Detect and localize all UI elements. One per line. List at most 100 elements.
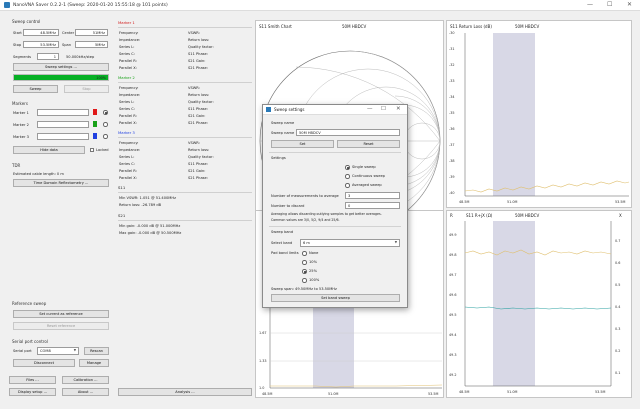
num-discard-input[interactable]: 0 bbox=[345, 202, 400, 209]
dialog-minimize-button[interactable]: — bbox=[367, 106, 373, 112]
rx-left-tick: 49.6 bbox=[449, 293, 457, 297]
rx-left-tick: 49.2 bbox=[449, 373, 457, 377]
m2-parallel-r: Parallel R: bbox=[119, 114, 137, 118]
divider bbox=[269, 152, 401, 153]
marker1-color[interactable] bbox=[93, 109, 97, 115]
m2-s11-phase: S11 Phase: bbox=[188, 107, 208, 111]
display-setup-button[interactable]: Display setup ... bbox=[9, 388, 56, 396]
pad-none-label: None bbox=[309, 251, 319, 255]
rx-left-tick: 49.4 bbox=[449, 333, 457, 337]
continuous-sweep-radio[interactable] bbox=[345, 174, 350, 179]
sweep-band-section: Sweep band bbox=[271, 230, 294, 234]
m1-parallel-r: Parallel R: bbox=[119, 59, 137, 63]
m1-vswr: VSWR: bbox=[188, 31, 200, 35]
window-title: NanoVNA Saver 0.2.2-1 (Sweep: 2020-01-20… bbox=[13, 2, 168, 8]
manage-button[interactable]: Manage bbox=[79, 359, 109, 367]
divider bbox=[118, 192, 252, 193]
sweep-name-reset-button[interactable]: Reset bbox=[337, 140, 400, 148]
divider bbox=[269, 226, 401, 227]
rl-tick: -32 bbox=[449, 63, 455, 67]
sweep-button[interactable]: Sweep bbox=[13, 85, 58, 93]
dialog-maximize-button[interactable]: ☐ bbox=[381, 106, 386, 112]
calibration-button[interactable]: Calibration ... bbox=[62, 376, 109, 384]
chevron-down-icon: ▼ bbox=[394, 240, 397, 244]
rl-tick: -30 bbox=[449, 31, 455, 35]
m2-series-c: Series C: bbox=[119, 107, 135, 111]
m1-quality-factor: Quality factor: bbox=[188, 45, 214, 49]
marker3-color[interactable] bbox=[93, 133, 97, 139]
locked-checkbox[interactable] bbox=[90, 148, 94, 152]
stop-button[interactable]: Stop bbox=[64, 85, 109, 93]
marker3-input[interactable] bbox=[37, 133, 89, 140]
serial-title: Serial port control bbox=[12, 339, 48, 344]
marker3-label: Marker 3 bbox=[13, 135, 29, 139]
m1-return-loss: Return loss: bbox=[188, 38, 210, 42]
m3-return-loss: Return loss: bbox=[188, 148, 210, 152]
single-sweep-label: Single sweep bbox=[352, 165, 376, 169]
rx-right-tick: 0.6 bbox=[615, 261, 621, 265]
disconnect-button[interactable]: Disconnect bbox=[13, 359, 75, 367]
m2-s21-gain: S21 Gain: bbox=[188, 114, 206, 118]
rl-tick: -38 bbox=[449, 159, 455, 163]
sweep-name-input[interactable]: 50M HBDCV bbox=[296, 129, 400, 136]
tdr-button[interactable]: Time Domain Reflectometry ... bbox=[13, 179, 109, 187]
rl-tick: -33 bbox=[449, 79, 455, 83]
m3-parallel-r: Parallel R: bbox=[119, 169, 137, 173]
marker3-radio[interactable] bbox=[103, 134, 108, 139]
marker2-radio[interactable] bbox=[103, 122, 108, 127]
num-average-input[interactable]: 3 bbox=[345, 192, 400, 199]
pad-none-radio[interactable] bbox=[302, 251, 307, 256]
marker2-input[interactable] bbox=[37, 121, 89, 128]
rescan-button[interactable]: Rescan bbox=[84, 347, 109, 355]
analysis-button[interactable]: Analysis ... bbox=[118, 388, 252, 396]
pad-10-radio[interactable] bbox=[302, 260, 307, 265]
vswr-x-tick: 48.5M bbox=[262, 392, 273, 396]
rx-right-tick: 0.7 bbox=[615, 239, 621, 243]
left-panel: Sweep control Start 48.5MHz Center 51MHz… bbox=[0, 12, 114, 409]
pad-100-radio[interactable] bbox=[302, 278, 307, 283]
rl-tick: -31 bbox=[449, 47, 455, 51]
return-loss-chart-panel[interactable]: S11 Return Loss (dB) 50M HBDCV -30 -31 -… bbox=[446, 20, 632, 208]
marker2-color[interactable] bbox=[93, 121, 97, 127]
close-button[interactable]: ✕ bbox=[627, 2, 632, 8]
sweep-name-set-button[interactable]: Set bbox=[271, 140, 334, 148]
divider bbox=[118, 27, 252, 28]
segments-input[interactable]: 1 bbox=[37, 53, 59, 60]
dialog-close-button[interactable]: ✕ bbox=[396, 106, 401, 112]
reset-reference-button[interactable]: Reset reference bbox=[13, 322, 109, 330]
marker1-input[interactable] bbox=[37, 109, 89, 116]
rx-chart-panel[interactable]: R S11 R+jX (Ω) 50M HBDCV X 49.9 49.8 49.… bbox=[446, 210, 632, 398]
select-band-dropdown[interactable]: 6 m ▼ bbox=[300, 239, 400, 247]
divider bbox=[118, 220, 252, 221]
hide-data-button[interactable]: Hide data bbox=[13, 146, 85, 154]
m3-s21-phase: S21 Phase: bbox=[188, 176, 208, 180]
dialog-titlebar: Sweep settings — ☐ ✕ bbox=[263, 105, 407, 115]
averaging-note-2: Common values are 3/0, 5/2, 9/4 and 25/6… bbox=[271, 218, 340, 222]
span-input[interactable]: 5MHz bbox=[75, 41, 108, 48]
rl-x-tick: 53.5M bbox=[615, 200, 626, 204]
vswr-tick: 1.0 bbox=[259, 386, 265, 390]
rl-tick: -36 bbox=[449, 127, 455, 131]
window-titlebar: NanoVNA Saver 0.2.2-1 (Sweep: 2020-01-20… bbox=[0, 0, 640, 11]
set-band-sweep-button[interactable]: Set band sweep bbox=[271, 294, 400, 302]
sweep-settings-button[interactable]: Sweep settings ... bbox=[13, 63, 109, 71]
start-input[interactable]: 48.5MHz bbox=[23, 29, 59, 36]
center-input[interactable]: 51MHz bbox=[75, 29, 108, 36]
about-button[interactable]: About ... bbox=[62, 388, 109, 396]
marker1-radio[interactable] bbox=[103, 110, 108, 115]
select-band-value: 6 m bbox=[303, 241, 310, 245]
dialog-title: Sweep settings bbox=[274, 107, 305, 112]
s11-return-loss: Return loss: -26.789 dB bbox=[119, 203, 162, 207]
stop-input[interactable]: 53.5MHz bbox=[23, 41, 59, 48]
files-button[interactable]: Files ... bbox=[9, 376, 56, 384]
pad-25-radio[interactable] bbox=[302, 269, 307, 274]
minimize-button[interactable]: — bbox=[587, 2, 593, 8]
averaged-sweep-radio[interactable] bbox=[345, 183, 350, 188]
rx-right-tick: 0.5 bbox=[615, 283, 621, 287]
single-sweep-radio[interactable] bbox=[345, 165, 350, 170]
pad-10-label: 10% bbox=[309, 260, 317, 264]
maximize-button[interactable]: ☐ bbox=[607, 2, 612, 8]
averaging-note-1: Averaging allows discarding outlying sam… bbox=[271, 212, 382, 216]
serial-port-select[interactable]: COM8 ▼ bbox=[37, 347, 79, 355]
set-reference-button[interactable]: Set current as reference bbox=[13, 310, 109, 318]
